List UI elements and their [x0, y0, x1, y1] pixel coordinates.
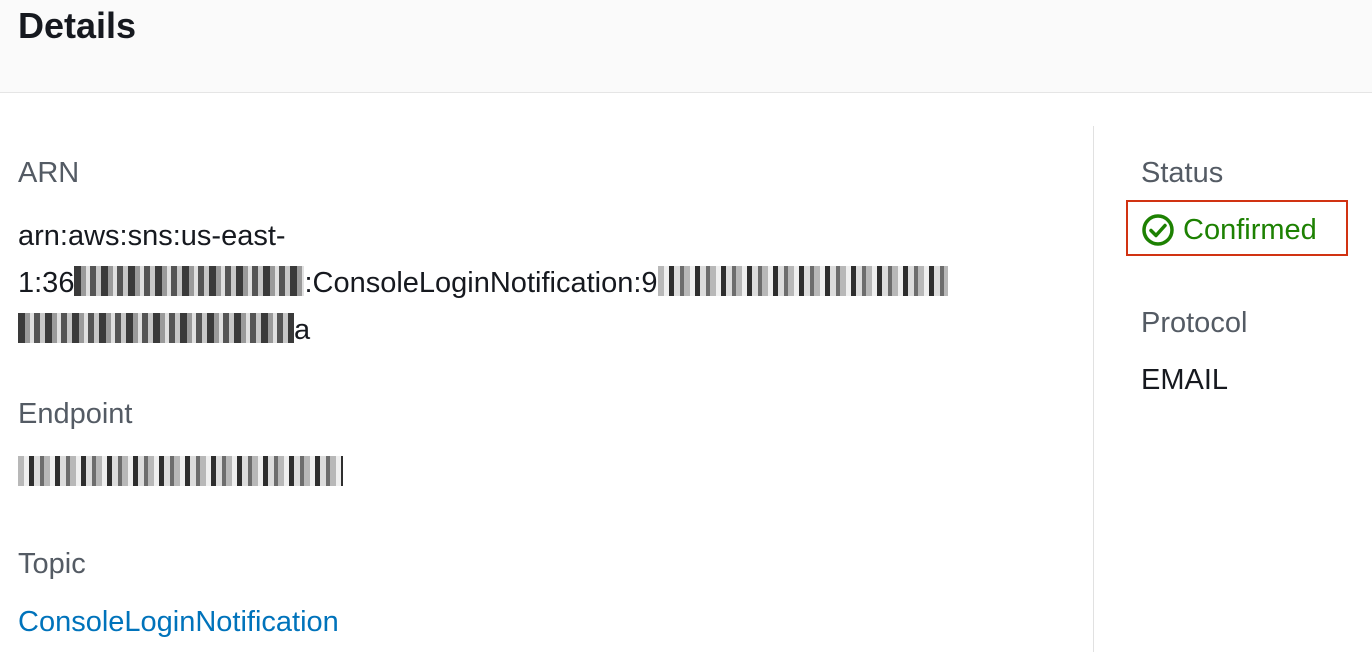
endpoint-value — [18, 455, 343, 491]
status-value: Confirmed — [1141, 210, 1317, 250]
page-title: Details — [18, 5, 137, 46]
topic-link[interactable]: ConsoleLoginNotification — [18, 604, 339, 640]
topic-label: Topic — [18, 548, 86, 580]
status-label: Status — [1141, 157, 1224, 189]
redacted-subscription-id-part-1 — [657, 266, 948, 296]
redacted-account-id — [74, 266, 305, 296]
arn-line-1: arn:aws:sns:us-east- — [18, 220, 286, 252]
arn-line-2-prefix: 1:36 — [18, 267, 75, 299]
arn-value: arn:aws:sns:us-east- 1:36 :ConsoleLoginNo… — [18, 213, 1058, 354]
arn-line-2: 1:36 :ConsoleLoginNotification:9 — [18, 260, 1058, 307]
check-circle-icon — [1141, 213, 1175, 247]
redacted-endpoint — [18, 456, 343, 486]
arn-label: ARN — [18, 157, 80, 189]
details-header: Details — [0, 0, 1372, 93]
endpoint-label: Endpoint — [18, 398, 133, 430]
arn-line-3-suffix: a — [294, 314, 311, 346]
column-divider — [1093, 126, 1094, 652]
protocol-value: EMAIL — [1141, 364, 1229, 396]
redacted-subscription-id-part-2 — [18, 313, 294, 343]
status-text: Confirmed — [1183, 213, 1317, 246]
protocol-label: Protocol — [1141, 307, 1248, 339]
arn-line-3: a — [18, 307, 1058, 354]
arn-line-2-middle: :ConsoleLoginNotification:9 — [304, 267, 658, 299]
